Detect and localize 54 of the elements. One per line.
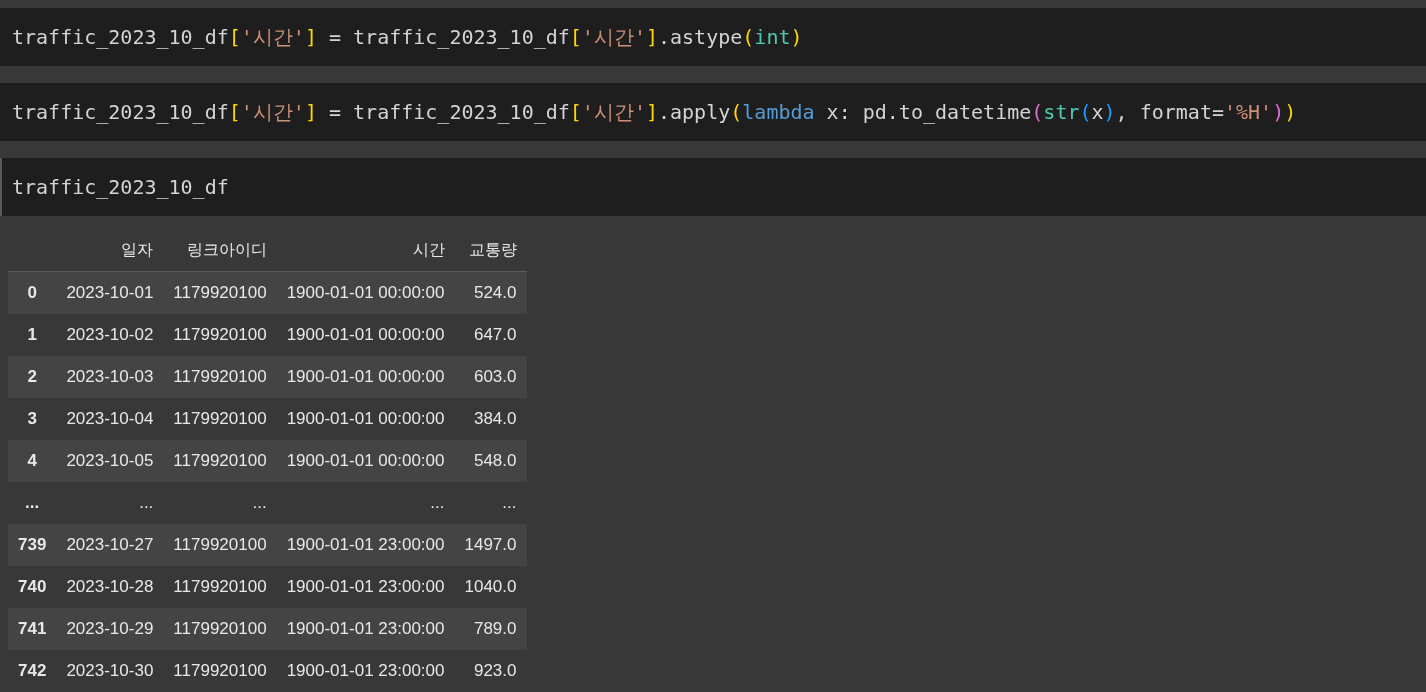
table-cell: 923.0: [454, 650, 527, 692]
table-cell: 1179920100: [163, 314, 277, 356]
column-header: 교통량: [454, 229, 527, 272]
table-cell: 2023-10-01: [56, 271, 164, 314]
table-cell: ...: [454, 482, 527, 524]
table-cell: 1900-01-01 23:00:00: [276, 566, 455, 608]
table-cell: 1900-01-01 00:00:00: [276, 314, 455, 356]
column-header: 링크아이디: [163, 229, 277, 272]
table-cell: 1179920100: [163, 271, 277, 314]
table-cell: 1900-01-01 00:00:00: [276, 398, 455, 440]
table-cell: 1900-01-01 00:00:00: [276, 271, 455, 314]
row-index: 740: [8, 566, 57, 608]
table-cell: 1179920100: [163, 650, 277, 692]
table-cell: ...: [163, 482, 277, 524]
table-cell: 2023-10-05: [56, 440, 164, 482]
row-index: 3: [8, 398, 57, 440]
table-cell: 1900-01-01 23:00:00: [276, 650, 455, 692]
column-header: 일자: [56, 229, 164, 272]
row-index: 741: [8, 608, 57, 650]
table-cell: 2023-10-29: [56, 608, 164, 650]
table-cell: 647.0: [454, 314, 527, 356]
column-header: 시간: [276, 229, 455, 272]
table-cell: 2023-10-28: [56, 566, 164, 608]
row-index: 4: [8, 440, 57, 482]
table-cell: ...: [276, 482, 455, 524]
table-cell: 1179920100: [163, 608, 277, 650]
table-cell: 1179920100: [163, 356, 277, 398]
table-cell: 1179920100: [163, 440, 277, 482]
row-index: 742: [8, 650, 57, 692]
table-cell: 1179920100: [163, 566, 277, 608]
row-index: 0: [8, 271, 57, 314]
row-index: 739: [8, 524, 57, 566]
table-cell: 1040.0: [454, 566, 527, 608]
table-cell: ...: [56, 482, 164, 524]
table-cell: 1179920100: [163, 398, 277, 440]
table-cell: 1497.0: [454, 524, 527, 566]
table-cell: 1900-01-01 00:00:00: [276, 356, 455, 398]
table-cell: 2023-10-04: [56, 398, 164, 440]
table-cell: 789.0: [454, 608, 527, 650]
table-cell: 603.0: [454, 356, 527, 398]
table-cell: 2023-10-27: [56, 524, 164, 566]
table-cell: 2023-10-02: [56, 314, 164, 356]
table-cell: 1179920100: [163, 524, 277, 566]
row-index: 1: [8, 314, 57, 356]
table-cell: 2023-10-03: [56, 356, 164, 398]
table-cell: 1900-01-01 23:00:00: [276, 608, 455, 650]
row-index: 2: [8, 356, 57, 398]
row-index: ...: [8, 482, 57, 524]
table-cell: 2023-10-30: [56, 650, 164, 692]
table-cell: 384.0: [454, 398, 527, 440]
table-cell: 548.0: [454, 440, 527, 482]
table-cell: 1900-01-01 00:00:00: [276, 440, 455, 482]
table-cell: 1900-01-01 23:00:00: [276, 524, 455, 566]
table-cell: 524.0: [454, 271, 527, 314]
